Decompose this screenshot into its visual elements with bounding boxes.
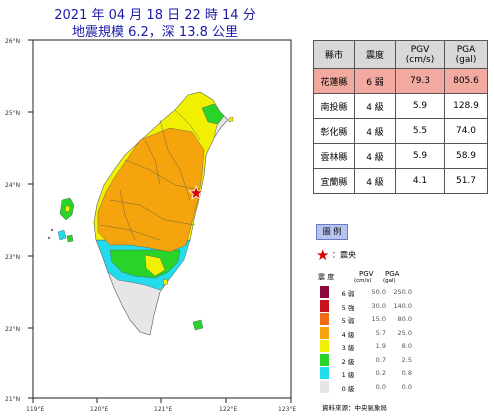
islet <box>50 228 54 232</box>
legend-level-pgv: 30.0 <box>371 301 386 310</box>
cell-intensity: 4 級 <box>354 168 396 194</box>
data-source: 資料來源：中央氣象局 <box>322 404 387 412</box>
col-header-intensity: 震度 <box>354 40 396 69</box>
legend-swatch <box>320 367 329 379</box>
lat-label-22: 22°N <box>5 326 20 333</box>
legend-head-pga: PGA <box>385 270 400 278</box>
cell-pga: 74.0 <box>444 118 488 144</box>
legend-level-label: 0 級 <box>341 384 355 393</box>
cell-pga: 58.9 <box>444 143 488 169</box>
legend-level-label: 6 弱 <box>341 290 355 298</box>
cell-intensity: 4 級 <box>354 93 396 119</box>
legend-head-pga-unit: (gal) <box>383 278 396 284</box>
cell-intensity: 4 級 <box>354 143 396 169</box>
legend-level-pgv: 1.9 <box>375 342 386 350</box>
legend-swatch <box>320 353 329 366</box>
legend-level-pgv: 0.2 <box>375 369 386 377</box>
table-row: 彰化縣 4 級 5.5 74.0 <box>313 118 488 144</box>
legend-level-pga: 80.0 <box>397 315 412 323</box>
legend-level-pgv: 0.7 <box>375 355 386 364</box>
col-header-pga: PGA (gal) <box>444 40 488 69</box>
legend-head-pgv: PGV <box>359 270 374 278</box>
table-row: 花蓮縣 6 弱 79.3 805.6 <box>313 68 488 94</box>
legend-level-pga: 250.0 <box>393 288 412 296</box>
cell-pga: 128.9 <box>444 93 488 119</box>
legend-level-pgv: 50.0 <box>371 288 386 296</box>
lon-ticks <box>32 398 292 403</box>
legend-level-label: 5 弱 <box>341 317 355 325</box>
legend-swatch <box>320 340 329 352</box>
legend-level-label: 2 級 <box>341 357 355 366</box>
legend-head-pgv-unit: (cm/s) <box>354 278 372 284</box>
lat-label-24: 24°N <box>5 182 20 189</box>
legend-level-pgv: 5.7 <box>375 328 386 337</box>
col-header-county: 縣市 <box>313 40 355 69</box>
cell-pgv: 79.3 <box>395 68 445 94</box>
legend-button[interactable]: 圖 例 <box>316 224 348 240</box>
legend-level-label: 4 級 <box>341 330 355 339</box>
cell-county: 南投縣 <box>313 93 355 119</box>
legend-head-intensity: 震 度 <box>318 273 335 281</box>
legend-level-pgv: 0.0 <box>375 382 386 391</box>
legend-swatch <box>320 313 329 325</box>
lon-label-119: 119°E <box>26 406 44 413</box>
legend-level-pga: 8.0 <box>401 342 412 350</box>
penghu-south-2 <box>66 234 74 243</box>
legend-level-pgv: 15.0 <box>371 315 386 323</box>
legend-level-pga: 25.0 <box>397 328 412 337</box>
legend-level-pga: 0.0 <box>401 382 412 391</box>
cell-intensity: 4 級 <box>354 118 396 144</box>
legend-swatch <box>320 380 329 393</box>
lon-label-123: 123°E <box>278 406 296 413</box>
islet <box>47 236 51 240</box>
star-icon: ★ <box>316 246 330 264</box>
cell-pgv: 5.5 <box>395 118 445 144</box>
cell-pga: 51.7 <box>444 168 488 194</box>
legend-swatch <box>320 326 329 339</box>
intensity-table: 縣市 震度 PGV (cm/s) PGA (gal) 花蓮縣 6 弱 79.3 80… <box>313 40 488 194</box>
legend-level-pga: 2.5 <box>401 355 412 364</box>
legend-swatch <box>320 299 329 312</box>
cell-county: 花蓮縣 <box>313 68 355 94</box>
col-header-pgv: PGV (cm/s) <box>395 40 445 69</box>
turtle-island <box>228 116 234 123</box>
table-row: 雲林縣 4 級 5.9 58.9 <box>313 143 488 169</box>
legend-level-label: 3 級 <box>341 344 355 352</box>
table-row: 宜蘭縣 4 級 4.1 51.7 <box>313 168 488 194</box>
cell-county: 雲林縣 <box>313 143 355 169</box>
legend-level-label: 5 強 <box>341 303 355 312</box>
cell-county: 彰化縣 <box>313 118 355 144</box>
legend-epicenter: ★ ：震央 <box>316 246 356 264</box>
epicenter-label: ：震央 <box>332 250 356 260</box>
cell-pgv: 4.1 <box>395 168 445 194</box>
table-row: 南投縣 4 級 5.9 128.9 <box>313 93 488 119</box>
cell-pgv: 5.9 <box>395 143 445 169</box>
legend-level-label: 1 級 <box>341 371 355 379</box>
lon-label-122: 122°E <box>219 406 237 413</box>
cell-county: 宜蘭縣 <box>313 168 355 194</box>
cell-pgv: 5.9 <box>395 93 445 119</box>
cell-pga: 805.6 <box>444 68 488 94</box>
green-island <box>162 278 169 286</box>
legend-swatch <box>320 286 329 298</box>
lat-ticks <box>28 39 33 399</box>
legend-level-pga: 140.0 <box>393 301 412 310</box>
lat-label-26: 26°N <box>5 38 20 45</box>
lon-label-120: 120°E <box>90 406 108 413</box>
orchid-island <box>192 319 204 331</box>
lat-label-21: 21°N <box>5 396 20 403</box>
lat-label-23: 23°N <box>5 254 20 261</box>
cell-intensity: 6 弱 <box>354 68 396 94</box>
lat-label-25: 25°N <box>5 110 20 117</box>
lon-label-121: 121°E <box>154 406 172 413</box>
legend-level-pga: 0.8 <box>401 369 412 377</box>
